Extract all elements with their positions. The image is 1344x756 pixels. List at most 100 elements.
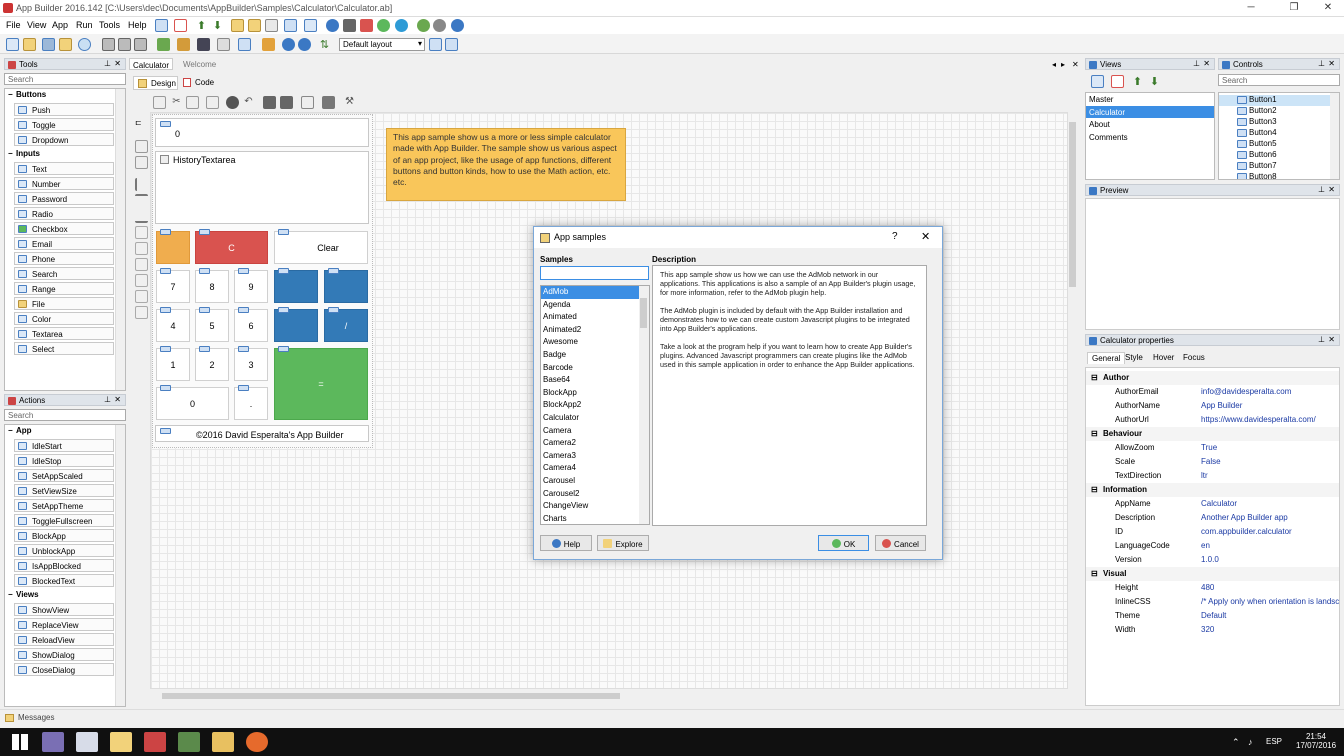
prop-row[interactable]: LanguageCode en [1086,539,1339,553]
same-width-icon[interactable] [135,226,148,239]
prop-group-information[interactable]: ⊟ Information [1086,483,1339,497]
key-5[interactable]: 5 [195,307,229,342]
sample-item[interactable]: ChangeView [541,500,649,513]
tools-search-input[interactable]: Search [4,73,126,85]
prop-row[interactable]: AuthorUrl https://www.davidesperalta.com/ [1086,413,1339,427]
key-divide[interactable]: / [324,307,368,342]
canvas-hscrollbar[interactable] [150,690,1068,702]
explore-button[interactable]: Explore [597,535,649,551]
sample-item[interactable]: Camera [541,425,649,438]
key-blue-1[interactable] [274,268,318,303]
canvas-hscroll-thumb[interactable] [162,693,620,699]
close-icon[interactable]: ✕ [114,395,121,404]
debug-icon[interactable] [262,38,275,51]
control-item[interactable]: Button2 [1219,106,1339,117]
space-h-icon[interactable] [135,258,148,271]
sample-item[interactable]: AdMob [541,286,649,299]
tab-focus[interactable]: Focus [1179,352,1209,364]
canvas-vscroll-thumb[interactable] [1069,122,1076,287]
tool-range[interactable]: Range [14,282,114,295]
help-button[interactable]: Help [540,535,592,551]
prop-group-author[interactable]: ⊟ Author [1086,371,1339,385]
action-blockedtext[interactable]: BlockedText [14,574,114,587]
prop-row[interactable]: Width 320 [1086,623,1339,637]
action-isappblocked[interactable]: IsAppBlocked [14,559,114,572]
align-bottom-icon[interactable] [135,210,148,223]
prop-row[interactable]: Description Another App Builder app [1086,511,1339,525]
menu-run[interactable]: Run [76,20,93,30]
subtab-code[interactable]: Code [180,76,218,90]
stop-icon[interactable] [360,19,373,32]
action-replaceview[interactable]: ReplaceView [14,618,114,631]
clock[interactable]: 21:54 17/07/2016 [1296,732,1336,750]
samples-scrollbar[interactable] [639,286,649,524]
settings-icon[interactable] [433,19,446,32]
tab-welcome[interactable]: Welcome [180,58,219,70]
prop-row[interactable]: ID com.appbuilder.calculator [1086,525,1339,539]
key-8[interactable]: 8 [195,268,229,303]
tool-radio[interactable]: Radio [14,207,114,220]
key-4[interactable]: 4 [156,307,190,342]
action-showdialog[interactable]: ShowDialog [14,648,114,661]
action-idlestop[interactable]: IdleStop [14,454,114,467]
control-item[interactable]: Button1 [1219,95,1339,106]
move-down-icon[interactable]: ⬇ [211,19,224,32]
align-icon[interactable] [284,19,297,32]
maximize-icon[interactable]: ❐ [1279,2,1309,13]
actions-group-views[interactable]: − Views [5,589,125,601]
taskbar-app-icon[interactable] [212,732,234,752]
controls-search-input[interactable]: Search [1218,74,1340,86]
messages-bar[interactable]: Messages [0,709,1344,728]
move-up-icon[interactable]: ⬆ [195,19,208,32]
add-view-icon[interactable] [1091,75,1104,88]
reset-layout-icon[interactable] [445,38,458,51]
tool-file[interactable]: File [14,297,114,310]
close-icon[interactable]: ✕ [1328,59,1335,68]
tool-phone[interactable]: Phone [14,252,114,265]
pin-icon[interactable]: ⊥ [104,59,111,68]
space-v-icon[interactable] [135,274,148,287]
info-icon[interactable] [451,19,464,32]
taskbar-app-icon[interactable] [144,732,166,752]
bring-front-icon[interactable] [301,96,314,109]
package-icon[interactable] [59,38,72,51]
tab-hover[interactable]: Hover [1149,352,1178,364]
key-6[interactable]: 6 [234,307,268,342]
prop-group-behaviour[interactable]: ⊟ Behaviour [1086,427,1339,441]
tools-icon[interactable]: ⚒ [343,96,356,109]
start-icon[interactable] [12,734,28,750]
tab-general[interactable]: General [1087,352,1126,364]
close-icon[interactable]: ✕ [1069,58,1082,70]
prop-row[interactable]: Height 480 [1086,581,1339,595]
action-reloadview[interactable]: ReloadView [14,633,114,646]
center-h-icon[interactable] [135,290,148,303]
select-all-icon[interactable] [153,96,166,109]
samples-icon[interactable] [42,38,55,51]
sample-item[interactable]: Camera3 [541,450,649,463]
tray-chevron-icon[interactable]: ⌃ [1232,737,1240,748]
firefox-icon[interactable] [246,732,268,752]
sample-item[interactable]: Charts [541,513,649,524]
window-icon[interactable] [304,19,317,32]
sample-item[interactable]: Animated [541,311,649,324]
close-icon[interactable]: ✕ [1203,59,1210,68]
layout-select[interactable]: Default layout ▾ [339,38,425,51]
prop-row[interactable]: InlineCSS/* Apply only when orientation … [1086,595,1339,609]
export-icon[interactable] [177,38,190,51]
key-9[interactable]: 9 [234,268,268,303]
save-as-icon[interactable] [118,38,131,51]
pin-icon[interactable]: ⊥ [1193,59,1200,68]
unlock-icon[interactable] [280,96,293,109]
prop-row[interactable]: AllowZoom True [1086,441,1339,455]
key-7[interactable]: 7 [156,268,190,303]
save-layout-icon[interactable] [429,38,442,51]
tool-checkbox[interactable]: Checkbox [14,222,114,235]
align-left-icon[interactable]: ⊏ [135,118,148,131]
controls-scrollbar[interactable] [1330,93,1339,179]
preview-icon[interactable] [197,38,210,51]
cut-icon[interactable]: ✂ [170,96,183,109]
samples-scroll-thumb[interactable] [640,298,647,328]
tool-text[interactable]: Text [14,162,114,175]
sample-item[interactable]: Carousel2 [541,488,649,501]
prop-row[interactable]: TextDirection ltr [1086,469,1339,483]
